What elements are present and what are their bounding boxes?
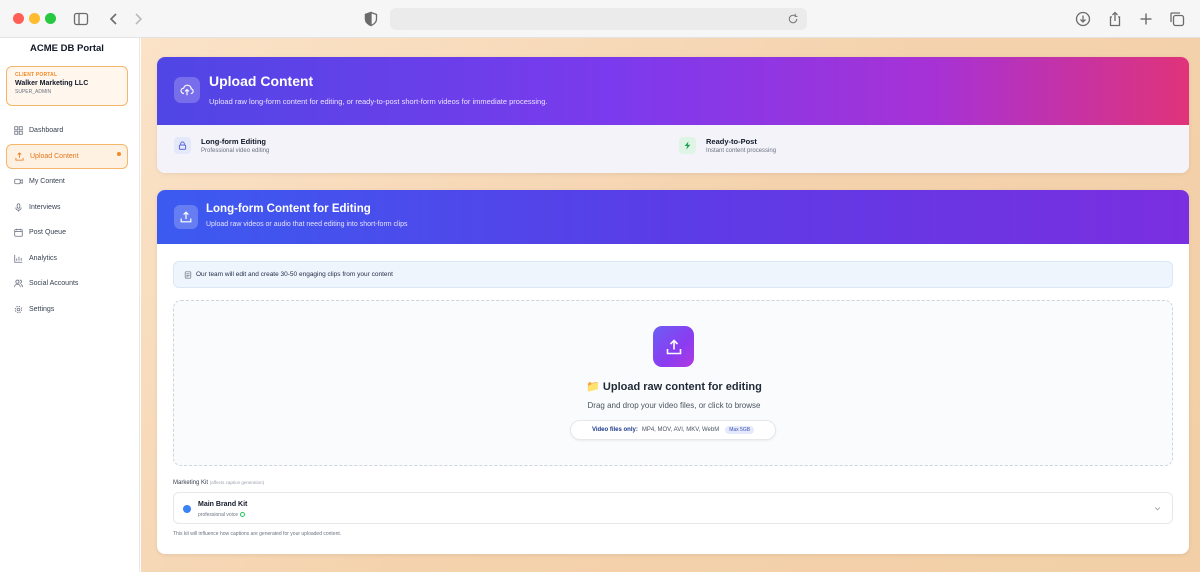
sidebar-item-label: My Content [29,178,65,186]
sidebar-item-interviews[interactable]: Interviews [6,195,128,221]
sidebar-item-upload-content[interactable]: Upload Content [6,143,128,169]
kit-color-dot [183,505,191,513]
upload-icon [653,326,694,367]
sidebar-toggle-icon[interactable] [71,9,91,29]
calendar-icon [14,228,23,237]
marketing-kit-help: This kit will influence how captions are… [173,531,342,537]
marketing-kit-select[interactable]: Main Brand Kit professional voice [173,492,1173,524]
upload-card-header: Long-form Content for Editing Upload raw… [157,190,1189,244]
supported-formats-pill: Video files only: MP4, MOV, AVI, MKV, We… [570,420,776,440]
marketing-kit-label-text: Marketing Kit [173,480,209,486]
tab-overview-icon[interactable] [1167,9,1187,29]
sidebar-item-label: Interviews [29,203,61,211]
main-content: Upload Content Upload raw long-form cont… [141,38,1200,572]
browser-toolbar [0,0,1200,38]
memo-icon [184,270,192,279]
marketing-kit-label: Marketing Kit (affects caption generatio… [173,480,264,486]
file-dropzone[interactable]: 📁 Upload raw content for editing Drag an… [173,300,1173,466]
users-icon [14,279,23,288]
sidebar-item-post-queue[interactable]: Post Queue [6,220,128,246]
lightning-icon [679,137,696,154]
maximize-window-button[interactable] [45,13,56,24]
upload-icon [15,152,24,161]
close-window-button[interactable] [13,13,24,24]
sidebar-item-label: Analytics [29,254,58,262]
sidebar-item-my-content[interactable]: My Content [6,169,128,195]
selected-kit-voice: professional voice [198,512,246,518]
client-portal-label: CLIENT PORTAL [15,72,58,78]
sidebar-item-label: Upload Content [30,152,79,160]
lock-icon [174,137,191,154]
download-icon[interactable] [1073,9,1093,29]
reload-icon[interactable] [787,12,801,26]
sidebar: ACME DB Portal CLIENT PORTAL Walker Mark… [0,38,140,572]
hero-banner: Upload Content Upload raw long-form cont… [157,57,1189,125]
sidebar-item-settings[interactable]: Settings [6,297,128,323]
mic-icon [14,203,23,212]
gear-icon [14,305,23,314]
feature-long-form-editing: Long-form Editing Professional video edi… [174,137,269,154]
minimize-window-button[interactable] [29,13,40,24]
page-subtitle: Upload raw long-form content for editing… [209,97,548,106]
cloud-upload-icon [174,77,200,103]
dropzone-title: 📁 Upload raw content for editing [586,381,762,393]
formats-label: Video files only: [591,427,638,433]
new-tab-icon[interactable] [1136,9,1156,29]
sidebar-item-label: Dashboard [29,127,64,135]
shield-icon[interactable] [361,9,381,29]
marketing-kit-label-note: (affects caption generation) [209,480,265,485]
sidebar-item-social-accounts[interactable]: Social Accounts [6,271,128,297]
active-indicator-dot [117,151,121,156]
address-bar[interactable] [390,8,807,30]
chart-icon [14,254,23,263]
long-form-upload-card: Long-form Content for Editing Upload raw… [157,190,1189,554]
sidebar-item-label: Settings [29,305,55,313]
back-icon[interactable] [104,9,124,29]
feature-subtitle: Professional video editing [201,148,270,154]
upload-card-subtitle: Upload raw videos or audio that need edi… [206,221,408,228]
dropzone-subtitle: Drag and drop your video files, or click… [587,401,761,410]
grid-icon [14,126,23,135]
feature-subtitle: Instant content processing [706,148,777,154]
max-size-badge: Max 5GB [725,426,755,434]
sidebar-item-dashboard[interactable]: Dashboard [6,118,128,144]
upload-card-title: Long-form Content for Editing [206,203,371,215]
feature-title: Ready-to-Post [706,137,757,146]
sidebar-item-label: Social Accounts [29,280,79,288]
editing-notice: Our team will edit and create 30-50 enga… [173,261,1173,288]
selected-kit-name: Main Brand Kit [198,501,248,508]
formats-list: MP4, MOV, AVI, MKV, WebM [641,427,720,433]
feature-row: Long-form Editing Professional video edi… [157,125,1189,173]
feature-title: Long-form Editing [201,137,266,146]
sidebar-nav: Dashboard Upload Content My Content Inte… [6,118,128,322]
client-role: SUPER_ADMIN [15,89,52,95]
page-title: Upload Content [209,73,314,89]
chevron-down-icon[interactable] [1153,504,1162,513]
voice-check-icon [240,512,246,517]
client-name: Walker Marketing LLC [15,80,89,87]
feature-ready-to-post: Ready-to-Post Instant content processing [679,137,776,154]
video-icon [14,177,23,186]
notice-text: Our team will edit and create 30-50 enga… [196,271,393,278]
upload-icon [174,205,198,229]
sidebar-item-label: Post Queue [29,229,66,237]
upload-content-hero: Upload Content Upload raw long-form cont… [157,57,1189,173]
client-card[interactable]: CLIENT PORTAL Walker Marketing LLC SUPER… [6,66,128,106]
forward-icon[interactable] [128,9,148,29]
portal-title: ACME DB Portal [30,43,104,54]
kit-voice-text: professional voice [198,512,239,518]
sidebar-item-analytics[interactable]: Analytics [6,246,128,272]
share-icon[interactable] [1105,9,1125,29]
